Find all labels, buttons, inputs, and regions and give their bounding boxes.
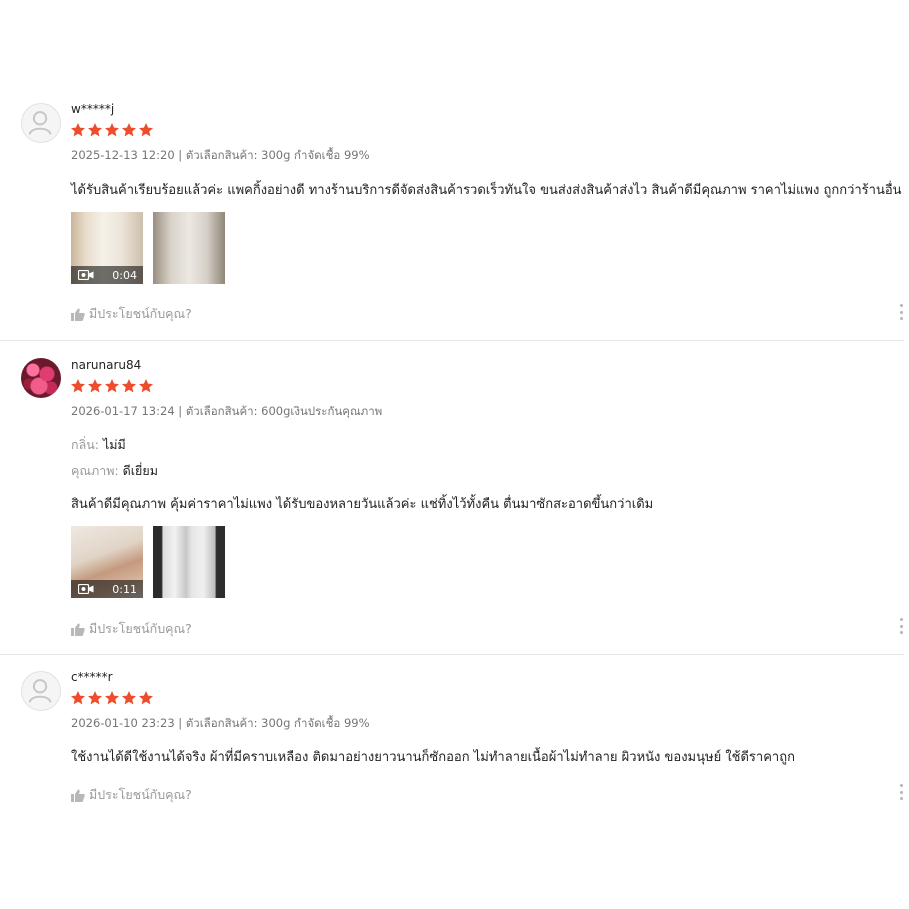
review-attribute: กลิ่น: ไม่มี [71, 435, 126, 455]
star-icon [71, 123, 85, 137]
thumbs-up-icon [71, 308, 85, 321]
star-icon [139, 123, 153, 137]
star-icon [105, 691, 119, 705]
review-attribute: คุณภาพ: ดีเยี่ยม [71, 461, 158, 481]
avatar[interactable] [21, 671, 61, 711]
review-video-thumbnail[interactable]: 0:11 [71, 526, 143, 598]
star-icon [122, 123, 136, 137]
more-options-icon[interactable] [898, 784, 904, 800]
video-duration: 0:04 [112, 268, 137, 282]
default-user-icon [28, 111, 52, 135]
review-username: w*****j [71, 102, 115, 116]
helpful-button[interactable]: มีประโยชน์กับคุณ? [71, 785, 192, 805]
review-image-thumbnail[interactable] [153, 212, 225, 284]
review-video-thumbnail[interactable]: 0:04 [71, 212, 143, 284]
avatar[interactable] [21, 358, 61, 398]
star-icon [122, 379, 136, 393]
video-duration-bar: 0:11 [71, 580, 143, 598]
star-icon [105, 123, 119, 137]
star-icon [71, 691, 85, 705]
avatar[interactable] [21, 103, 61, 143]
star-icon [88, 379, 102, 393]
attribute-label: กลิ่น: [71, 437, 99, 452]
helpful-label: มีประโยชน์กับคุณ? [89, 787, 192, 802]
review-image-thumbnail[interactable] [153, 526, 225, 598]
review-meta: 2026-01-10 23:23 | ตัวเลือกสินค้า: 300g … [71, 716, 370, 730]
attribute-label: คุณภาพ: [71, 463, 119, 478]
video-camera-icon [78, 584, 94, 594]
video-duration: 0:11 [112, 582, 137, 596]
video-duration-bar: 0:04 [71, 266, 143, 284]
review-username: narunaru84 [71, 358, 142, 372]
review-divider [0, 654, 904, 655]
rating-stars [70, 122, 154, 138]
helpful-label: มีประโยชน์กับคุณ? [89, 621, 192, 636]
review-meta: 2025-12-13 12:20 | ตัวเลือกสินค้า: 300g … [71, 148, 370, 162]
star-icon [71, 379, 85, 393]
review-comment: ได้รับสินค้าเรียบร้อยแล้วค่ะ แพคกิ้งอย่า… [71, 183, 902, 198]
review-comment: ใช้งานได้ดีใช้งานได้จริง ผ้าที่มีคราบเหล… [71, 750, 795, 765]
star-icon [122, 691, 136, 705]
attribute-value: ไม่มี [102, 437, 126, 452]
star-icon [88, 691, 102, 705]
rating-stars [70, 378, 154, 394]
video-camera-icon [78, 270, 94, 280]
star-icon [105, 379, 119, 393]
review-comment: สินค้าดีมีคุณภาพ คุ้มค่าราคาไม่แพง ได้รั… [71, 497, 654, 512]
review-divider [0, 340, 904, 341]
helpful-label: มีประโยชน์กับคุณ? [89, 306, 192, 321]
helpful-button[interactable]: มีประโยชน์กับคุณ? [71, 304, 192, 324]
star-icon [88, 123, 102, 137]
rating-stars [70, 690, 154, 706]
thumbs-up-icon [71, 623, 85, 636]
helpful-button[interactable]: มีประโยชน์กับคุณ? [71, 619, 192, 639]
review-meta: 2026-01-17 13:24 | ตัวเลือกสินค้า: 600gเ… [71, 404, 383, 418]
star-icon [139, 691, 153, 705]
review-username: c*****r [71, 670, 113, 684]
more-options-icon[interactable] [898, 618, 904, 634]
attribute-value: ดีเยี่ยม [122, 463, 158, 478]
default-user-icon [28, 679, 52, 703]
more-options-icon[interactable] [898, 304, 904, 320]
star-icon [139, 379, 153, 393]
thumbs-up-icon [71, 789, 85, 802]
